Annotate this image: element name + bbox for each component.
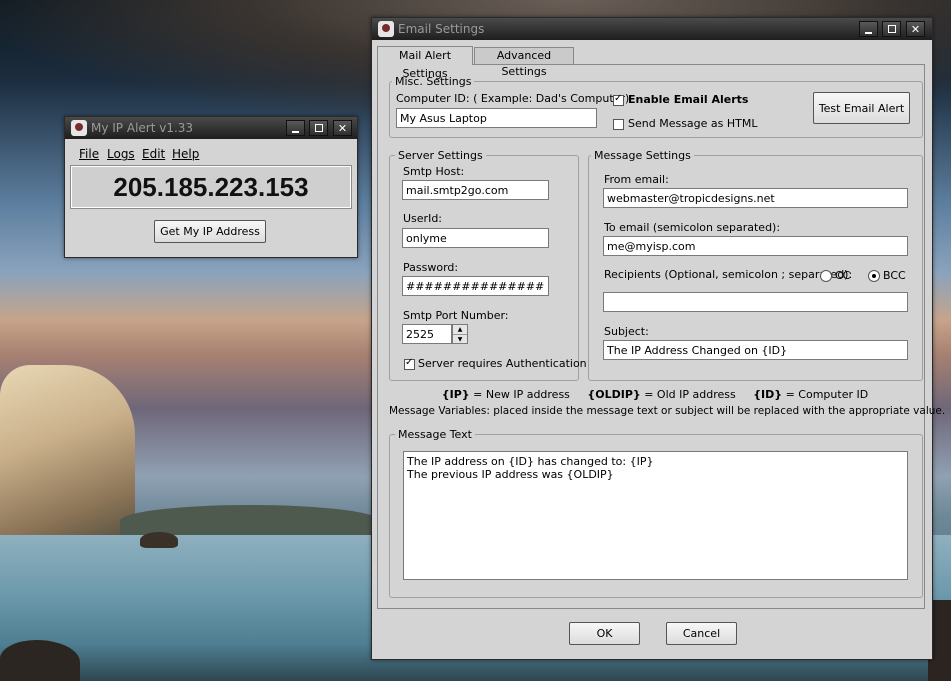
smtp-host-label: Smtp Host:	[403, 165, 465, 178]
enable-email-alerts-checkbox[interactable]	[613, 93, 624, 106]
var-oldip-token: {OLDIP}	[587, 388, 641, 401]
cc-label: CC	[835, 269, 851, 282]
to-email-input[interactable]	[603, 236, 908, 256]
close-icon[interactable]: ✕	[333, 120, 352, 136]
recipients-label: Recipients (Optional, semicolon ; separa…	[604, 268, 853, 281]
smtp-port-label: Smtp Port Number:	[403, 309, 509, 322]
test-email-alert-button[interactable]: Test Email Alert	[813, 92, 910, 124]
from-email-input[interactable]	[603, 188, 908, 208]
message-variables-note: Message Variables: placed inside the mes…	[389, 405, 946, 417]
message-text-area[interactable]: The IP address on {ID} has changed to: {…	[403, 451, 908, 580]
email-settings-titlebar[interactable]: Email Settings ✕	[372, 18, 932, 40]
var-oldip-desc: = Old IP address	[640, 388, 736, 401]
spinner-down-icon[interactable]: ▼	[453, 335, 467, 344]
userid-input[interactable]	[402, 228, 549, 248]
from-email-label: From email:	[604, 173, 669, 186]
minimize-icon[interactable]	[859, 21, 878, 37]
var-spacer	[570, 388, 587, 401]
subject-input[interactable]	[603, 340, 908, 360]
sea-cliff	[0, 365, 135, 550]
var-id-token: {ID}	[753, 388, 783, 401]
spinner-up-icon[interactable]: ▲	[453, 325, 467, 335]
tab-advanced-settings[interactable]: Advanced Settings	[474, 47, 574, 78]
smtp-host-input[interactable]	[402, 180, 549, 200]
ip-address-value: 205.185.223.153	[113, 172, 309, 202]
recipients-input[interactable]	[603, 292, 908, 312]
send-as-html-checkbox[interactable]	[613, 119, 624, 130]
minimize-icon[interactable]	[286, 120, 305, 136]
small-rock	[140, 532, 178, 548]
userid-label: UserId:	[403, 212, 443, 225]
ip-alert-titlebar[interactable]: My IP Alert v1.33 ✕	[65, 117, 357, 139]
close-icon[interactable]: ✕	[906, 21, 925, 37]
bcc-label: BCC	[883, 269, 906, 282]
maximize-icon[interactable]	[309, 120, 328, 136]
computer-id-label: Computer ID: ( Example: Dad's Computer)	[396, 92, 630, 105]
server-auth-checkbox[interactable]	[404, 357, 415, 370]
get-ip-button[interactable]: Get My IP Address	[154, 220, 266, 243]
to-email-label: To email (semicolon separated):	[604, 221, 781, 234]
message-variables-line: {IP} = New IP address {OLDIP} = Old IP a…	[389, 388, 921, 401]
window-title: Email Settings	[398, 22, 485, 36]
var-ip-desc: = New IP address	[469, 388, 570, 401]
password-input[interactable]	[402, 276, 549, 296]
maximize-icon[interactable]	[882, 21, 901, 37]
var-ip-token: {IP}	[441, 388, 470, 401]
var-spacer	[736, 388, 753, 401]
tab-label: Mail Alert Settings	[398, 49, 452, 80]
menu-edit[interactable]: Edit	[142, 147, 165, 161]
smtp-port-input[interactable]	[402, 324, 452, 344]
menu-file[interactable]: File	[79, 147, 99, 161]
message-text-legend: Message Text	[395, 428, 475, 441]
password-label: Password:	[403, 261, 459, 274]
port-spinner[interactable]: ▲ ▼	[452, 324, 468, 344]
send-as-html-label: Send Message as HTML	[628, 117, 758, 130]
computer-id-input[interactable]	[396, 108, 597, 128]
ok-button[interactable]: OK	[569, 622, 640, 645]
var-id-desc: = Computer ID	[782, 388, 869, 401]
bcc-radio[interactable]	[868, 270, 880, 282]
server-auth-label: Server requires Authentication	[418, 357, 587, 370]
ip-display-panel: 205.185.223.153	[70, 165, 352, 209]
subject-label: Subject:	[604, 325, 649, 338]
server-settings-legend: Server Settings	[395, 149, 486, 162]
message-settings-legend: Message Settings	[591, 149, 694, 162]
app-icon	[378, 21, 394, 37]
cancel-button[interactable]: Cancel	[666, 622, 737, 645]
menu-logs[interactable]: Logs	[107, 147, 135, 161]
email-settings-window: Email Settings ✕ Mail Alert Settings Adv…	[371, 17, 946, 660]
ip-alert-window: My IP Alert v1.33 ✕ File Logs Edit Help …	[64, 116, 358, 258]
cc-radio[interactable]	[820, 270, 832, 282]
foreground-rock	[0, 640, 80, 681]
window-title: My IP Alert v1.33	[91, 121, 194, 135]
menu-help[interactable]: Help	[172, 147, 199, 161]
tab-mail-alert-settings[interactable]: Mail Alert Settings	[377, 46, 473, 80]
enable-email-alerts-label: Enable Email Alerts	[628, 93, 749, 106]
app-icon	[71, 120, 87, 136]
